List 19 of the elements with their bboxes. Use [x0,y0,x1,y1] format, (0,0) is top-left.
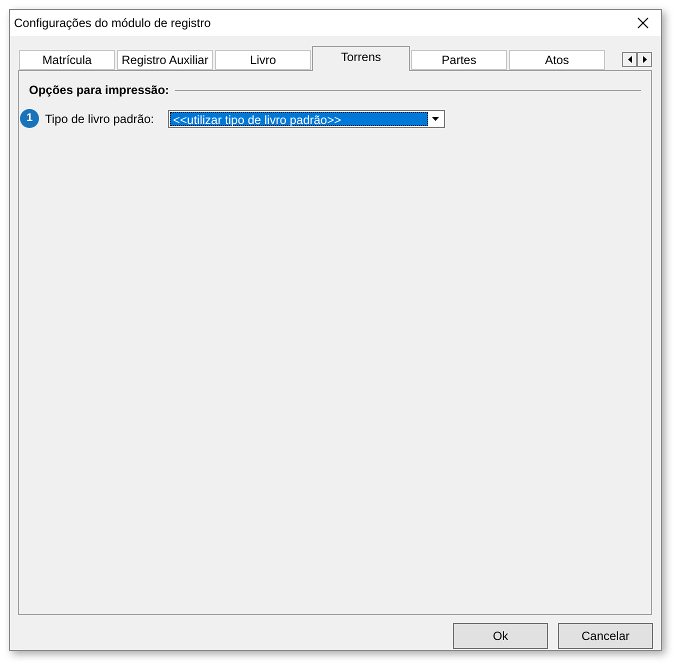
scroll-left-button[interactable] [622,52,637,67]
window-title: Configurações do módulo de registro [14,15,211,32]
tab[interactable]: Partes [411,50,507,70]
book-type-dropdown[interactable]: <<utilizar tipo de livro padrão>> [168,110,445,128]
tab[interactable]: Livro [215,50,311,70]
tab[interactable]: Torrens [312,46,410,71]
left-triangle-icon [628,56,632,63]
tab[interactable]: Atos [509,50,605,70]
group-title: Opções para impressão: [29,82,170,99]
field-label: Tipo de livro padrão: [45,110,155,128]
step-badge: 1 [20,109,39,128]
dialog-button[interactable]: Cancelar [558,623,653,649]
dialog-button[interactable]: Ok [453,623,548,649]
scroll-right-button[interactable] [637,52,652,67]
close-icon [637,17,649,29]
tab[interactable]: Registro Auxiliar [117,50,213,70]
tab[interactable]: Matrícula [19,50,115,70]
right-triangle-icon [642,56,646,63]
dropdown-arrow-icon [432,116,439,120]
